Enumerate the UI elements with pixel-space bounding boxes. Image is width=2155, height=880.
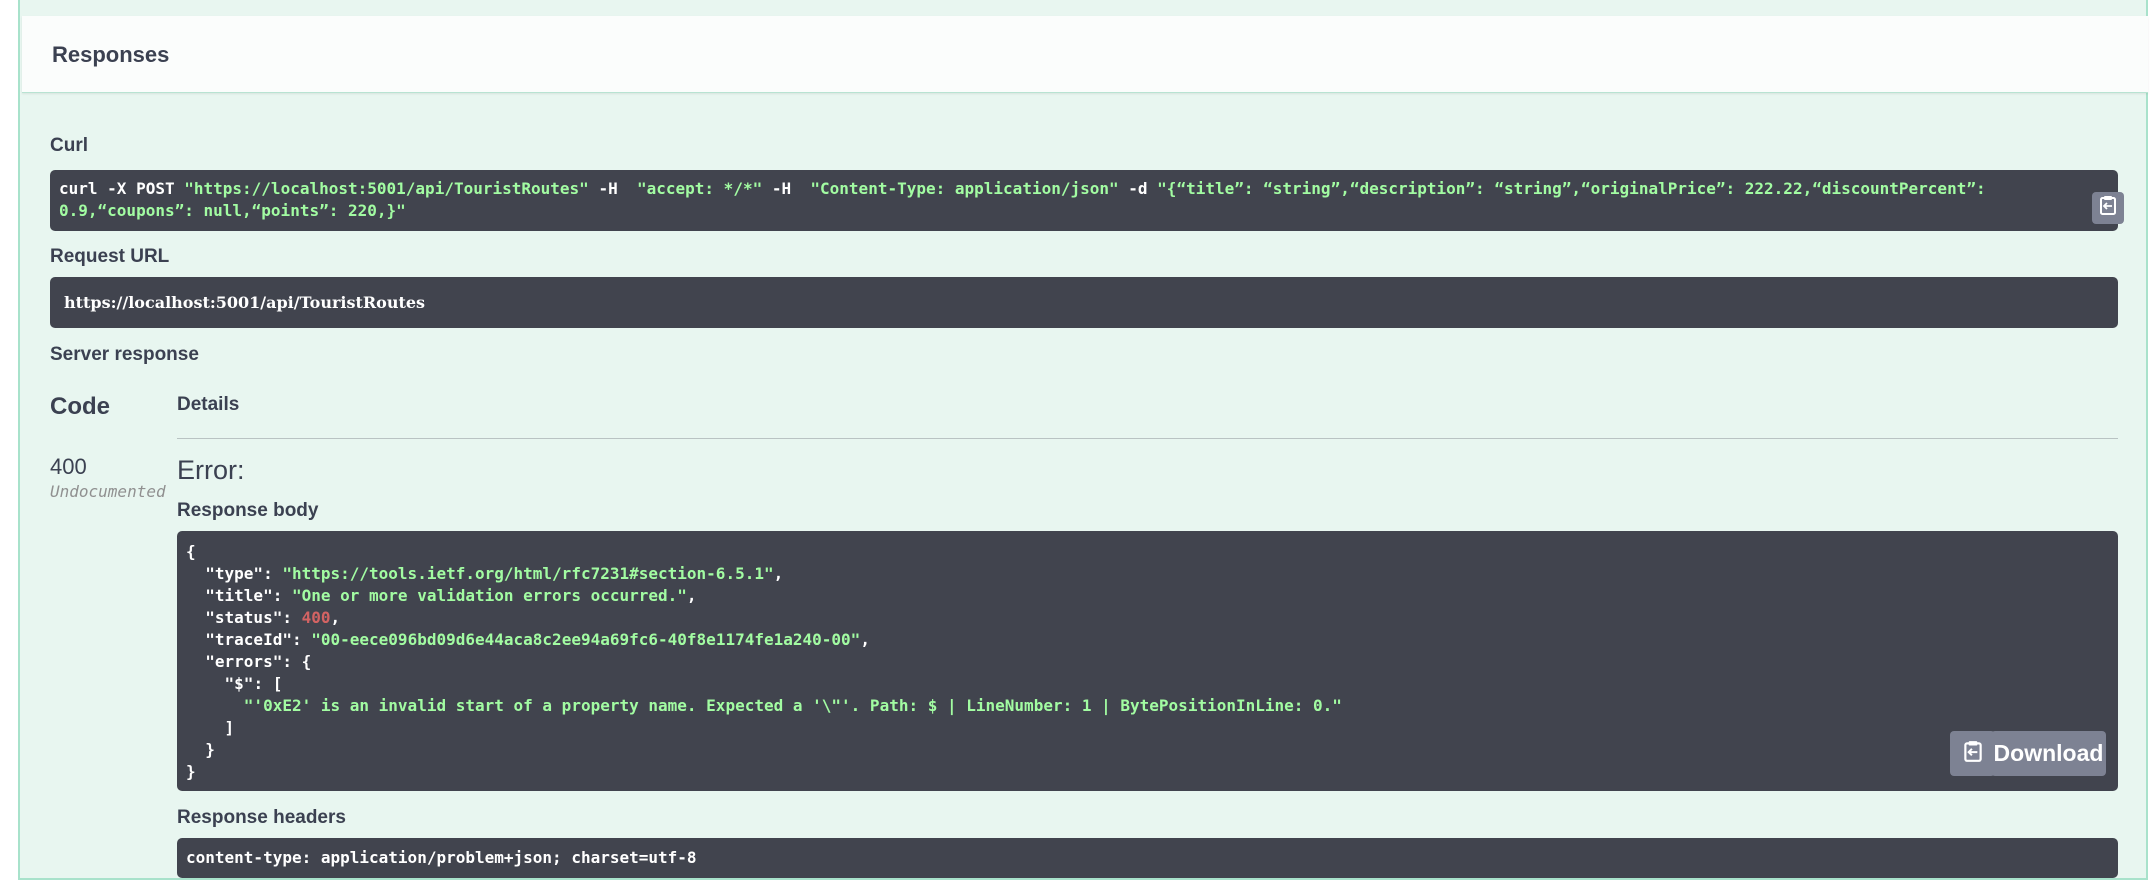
- curl-label: Curl: [50, 135, 88, 156]
- response-body-line: "traceId": "00-eece096bd09d6e44aca8c2ee9…: [186, 629, 2109, 651]
- response-body-line: }: [186, 761, 2109, 783]
- json-token: :: [291, 630, 312, 649]
- response-headers-box[interactable]: content-type: application/problem+json; …: [177, 838, 2118, 878]
- response-headers-label: Response headers: [177, 807, 346, 828]
- curl-token: "Content-Type: application/json": [810, 179, 1119, 198]
- json-token: ]: [186, 718, 235, 737]
- json-token: ,: [330, 608, 341, 627]
- response-body-line: "'0xE2' is an invalid start of a propert…: [186, 695, 2109, 717]
- json-token: "status": [186, 608, 283, 627]
- download-button[interactable]: Download: [1991, 731, 2106, 776]
- request-url-box[interactable]: https://localhost:5001/api/TouristRoutes: [50, 277, 2118, 328]
- json-token: {: [186, 542, 196, 561]
- json-token: }: [186, 762, 196, 781]
- request-url-label: Request URL: [50, 246, 170, 267]
- responses-header: Responses: [22, 16, 2148, 93]
- curl-token: -H: [762, 179, 811, 198]
- json-token: "00-eece096bd09d6e44aca8c2ee94a69fc6-40f…: [311, 630, 861, 649]
- copy-response-button[interactable]: [1950, 731, 1995, 776]
- response-headers-content: content-type: application/problem+json; …: [186, 848, 697, 867]
- response-body-line: "type": "https://tools.ietf.org/html/rfc…: [186, 563, 2109, 585]
- json-token: : [: [253, 674, 283, 693]
- json-token: "One or more validation errors occurred.…: [291, 586, 687, 605]
- response-body-line: }: [186, 739, 2109, 761]
- json-token: : {: [282, 652, 312, 671]
- responses-title: Responses: [52, 42, 170, 67]
- response-body-label: Response body: [177, 500, 319, 521]
- json-token: ,: [686, 586, 697, 605]
- details-column-header: Details: [177, 394, 240, 415]
- response-body-box[interactable]: { "type": "https://tools.ietf.org/html/r…: [177, 531, 2118, 791]
- operation-block: Responses Curl curl -X POST "https://loc…: [18, 0, 2148, 880]
- json-token: "https://tools.ietf.org/html/rfc7231#sec…: [282, 564, 774, 583]
- curl-command-box[interactable]: curl -X POST "https://localhost:5001/api…: [50, 170, 2124, 231]
- clipboard-copy-icon: [1961, 739, 1985, 769]
- json-token: }: [186, 740, 215, 759]
- json-token: :: [272, 586, 292, 605]
- curl-token: "https://localhost:5001/api/TouristRoute…: [184, 179, 589, 198]
- json-token: ,: [773, 564, 784, 583]
- json-token: "'0xE2' is an invalid start of a propert…: [243, 696, 1342, 715]
- json-token: 400: [301, 608, 331, 627]
- response-body-line: ]: [186, 717, 2109, 739]
- curl-token: "accept: */*": [636, 179, 763, 198]
- status-code: 400: [50, 454, 87, 479]
- response-body-line: "title": "One or more validation errors …: [186, 585, 2109, 607]
- request-url-value: https://localhost:5001/api/TouristRoutes: [64, 293, 426, 312]
- table-divider: [177, 438, 2118, 439]
- curl-token: curl -X POST: [59, 179, 185, 198]
- json-token: :: [282, 608, 302, 627]
- undocumented-label: Undocumented: [50, 482, 166, 501]
- curl-token: -d: [1118, 179, 1158, 198]
- json-token: :: [263, 564, 283, 583]
- json-token: "$": [186, 674, 254, 693]
- error-title: Error:: [177, 455, 245, 485]
- copy-curl-button[interactable]: [2092, 192, 2124, 224]
- json-token: "title": [186, 586, 273, 605]
- curl-line-1: curl -X POST "https://localhost:5001/api…: [59, 178, 2109, 200]
- curl-line-2: 0.9,“coupons”: null,“points”: 220,}": [59, 201, 406, 220]
- code-column-header: Code: [50, 393, 110, 420]
- curl-token: "{“title”: “string”,“description”: “stri…: [1157, 179, 1986, 198]
- server-response-label: Server response: [50, 344, 199, 365]
- response-body-line: "errors": {: [186, 651, 2109, 673]
- clipboard-copy-icon: [2097, 194, 2119, 222]
- curl-token: -H: [588, 179, 637, 198]
- json-token: "traceId": [186, 630, 292, 649]
- json-token: "type": [186, 564, 264, 583]
- json-token: "errors": [186, 652, 283, 671]
- response-body-line: "status": 400,: [186, 607, 2109, 629]
- response-body-content: { "type": "https://tools.ietf.org/html/r…: [186, 541, 2109, 783]
- response-body-line: "$": [: [186, 673, 2109, 695]
- json-token: ,: [860, 630, 870, 649]
- response-body-line: {: [186, 541, 2109, 563]
